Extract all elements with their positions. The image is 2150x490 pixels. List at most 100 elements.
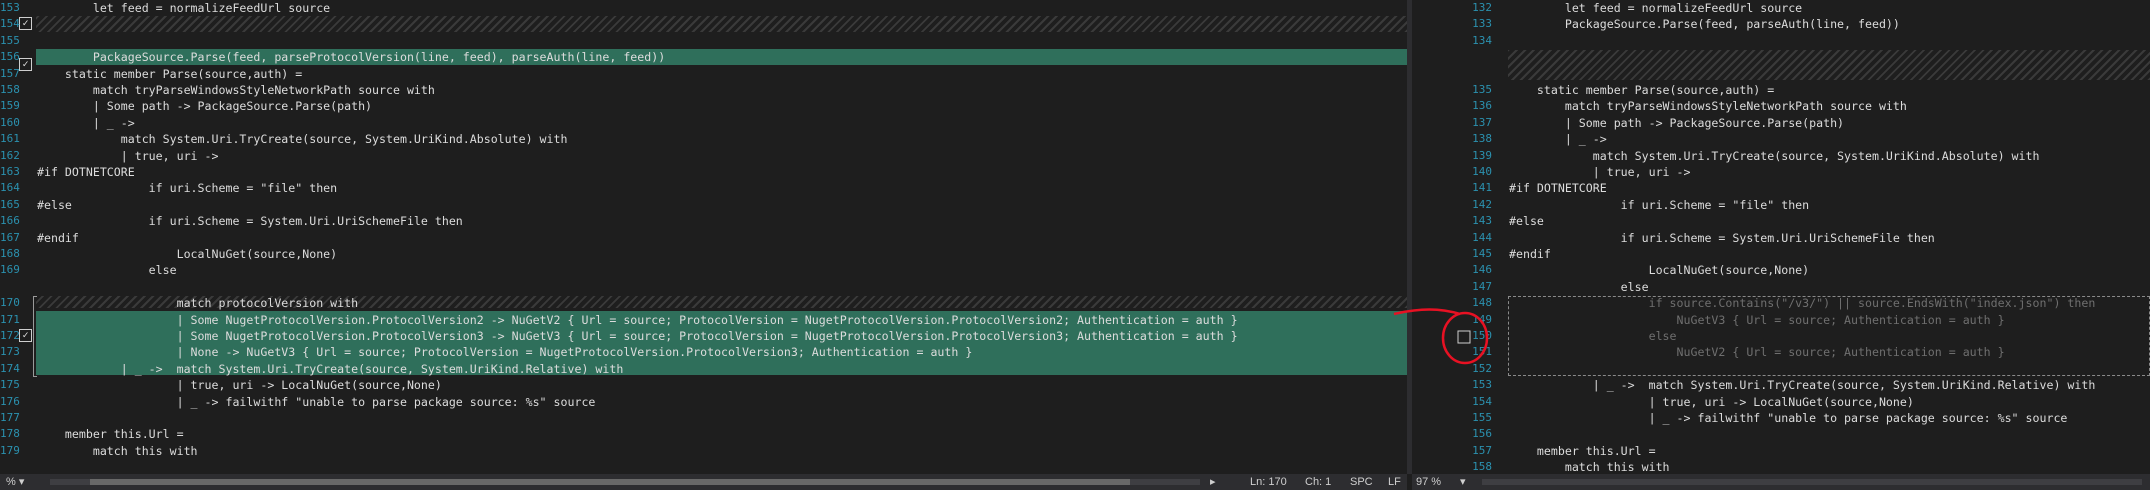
zoom-label[interactable]: % ▾: [6, 474, 24, 490]
zoom-label[interactable]: 97 %: [1416, 474, 1441, 490]
code-line: 142 if uri.Scheme = "file" then: [1412, 197, 2150, 213]
change-connector-annotation: [1393, 308, 1489, 365]
line-text: | _ -> match System.Uri.TryCreate(source…: [1509, 378, 2096, 393]
line-number: 155: [0, 33, 20, 47]
line-text: | true, uri -> LocalNuGet(source,None): [37, 378, 442, 393]
line-text: #endif: [37, 230, 79, 245]
line-ending-indicator: LF: [1388, 476, 1401, 488]
line-number: 134: [1472, 33, 1492, 47]
code-line: 134: [1412, 33, 2150, 49]
line-number: 157: [0, 66, 20, 80]
line-text: match tryParseWindowsStyleNetworkPath so…: [37, 83, 435, 97]
code-line: 155 | _ -> failwithf "unable to parse pa…: [1412, 410, 2150, 426]
line-text: member this.Url =: [1509, 443, 1656, 458]
scrollbar-thumb[interactable]: [90, 479, 1130, 485]
line-number: 156: [0, 50, 20, 64]
line-number: 179: [0, 443, 20, 457]
code-line: 165 #else: [0, 197, 1407, 213]
line-number: 155: [1472, 411, 1492, 424]
line-number: 175: [0, 378, 20, 392]
code-line: 156: [1412, 426, 2150, 442]
line-number: 170: [0, 296, 20, 310]
code-line: 154 | true, uri -> LocalNuGet(source,Non…: [1412, 394, 2150, 410]
code-line: 154: [0, 16, 1407, 32]
line-text: #if DOTNETCORE: [37, 165, 135, 179]
code-line: 156 PackageSource.Parse(feed, parseProto…: [0, 49, 1407, 65]
right-status-bar: 97 % ▾: [1412, 474, 2150, 490]
line-text: member this.Url =: [37, 427, 184, 442]
code-line: 149 NuGetV3 { Url = source; Authenticati…: [1412, 312, 2150, 328]
left-diff-pane[interactable]: ✓ ✓ ✓ 153 let feed = normalizeFeedUrl so…: [0, 0, 1407, 474]
line-text: #endif: [1509, 247, 1551, 261]
line-text: if source.Contains("/v3/") || source.End…: [1509, 296, 2096, 311]
right-diff-pane[interactable]: 132 let feed = normalizeFeedUrl source 13…: [1412, 0, 2150, 474]
code-line: 162 | true, uri ->: [0, 148, 1407, 164]
line-number: 153: [1472, 378, 1492, 392]
code-line: 167 #endif: [0, 230, 1407, 246]
line-text: if uri.Scheme = "file" then: [37, 181, 338, 196]
line-text: LocalNuGet(source,None): [1509, 263, 1810, 278]
line-number: 144: [1472, 230, 1492, 244]
code-line: 132 let feed = normalizeFeedUrl source: [1412, 0, 2150, 16]
code-line: 139 match System.Uri.TryCreate(source, S…: [1412, 148, 2150, 164]
line-text: | Some path -> PackageSource.Parse(path): [37, 99, 373, 114]
code-line: 178 member this.Url =: [0, 426, 1407, 442]
line-number: 157: [1472, 443, 1492, 457]
line-text: | _ -> failwithf "unable to parse packag…: [1509, 411, 2068, 425]
code-line: 140 | true, uri ->: [1412, 164, 2150, 180]
line-text: match System.Uri.TryCreate(source, Syste…: [37, 132, 568, 147]
line-text: LocalNuGet(source,None): [37, 247, 338, 261]
code-line: 153 let feed = normalizeFeedUrl source: [0, 0, 1407, 16]
line-number: 173: [0, 345, 20, 359]
code-line: 157 member this.Url =: [1412, 443, 2150, 459]
code-line: 177: [0, 410, 1407, 426]
line-text: static member Parse(source,auth) =: [37, 66, 303, 81]
zoom-dropdown-icon[interactable]: ▾: [1460, 474, 1466, 490]
line-number: 158: [1472, 460, 1492, 474]
line-number: 165: [0, 197, 20, 211]
code-line: 179 match this with: [0, 443, 1407, 459]
code-line: 151 NuGetV2 { Url = source; Authenticati…: [1412, 344, 2150, 360]
code-line: 147 else: [1412, 279, 2150, 295]
code-line: 158 match this with: [1412, 459, 2150, 474]
code-line: 133 PackageSource.Parse(feed, parseAuth(…: [1412, 16, 2150, 32]
line-text: else: [1509, 329, 1677, 343]
line-number: 162: [0, 148, 20, 162]
code-line: 146 LocalNuGet(source,None): [1412, 262, 2150, 278]
line-text: let feed = normalizeFeedUrl source: [1509, 1, 1803, 15]
line-text: else: [1509, 279, 1649, 294]
code-line: 166 if uri.Scheme = System.Uri.UriScheme…: [0, 213, 1407, 229]
line-text: | None -> NuGetV3 { Url = source; Protoc…: [37, 345, 973, 360]
code-line: 168 LocalNuGet(source,None): [0, 246, 1407, 262]
line-number: 156: [1472, 427, 1492, 441]
line-number: 177: [0, 411, 20, 424]
whitespace-indicator: SPC: [1350, 476, 1373, 488]
code-line: 137 | Some path -> PackageSource.Parse(p…: [1412, 115, 2150, 131]
code-line: 135 static member Parse(source,auth) =: [1412, 82, 2150, 98]
code-line: 161 match System.Uri.TryCreate(source, S…: [0, 131, 1407, 147]
code-line: 144 if uri.Scheme = System.Uri.UriScheme…: [1412, 230, 2150, 246]
line-number: 145: [1472, 247, 1492, 260]
code-line: 153 | _ -> match System.Uri.TryCreate(so…: [1412, 377, 2150, 393]
line-number: 146: [1472, 263, 1492, 277]
line-number: 163: [0, 165, 20, 178]
line-text: | true, uri ->: [37, 148, 219, 163]
code-line: 174 | _ -> match System.Uri.TryCreate(so…: [0, 361, 1407, 377]
line-number: 135: [1472, 83, 1492, 96]
line-number: 161: [0, 132, 20, 146]
line-number: 153: [0, 1, 20, 14]
line-indicator: Ln: 170: [1250, 476, 1287, 488]
line-text: match tryParseWindowsStyleNetworkPath so…: [1509, 99, 1907, 114]
scroll-right-arrow[interactable]: ▸: [1210, 474, 1216, 490]
line-text: NuGetV3 { Url = source; Authentication =…: [1509, 312, 2005, 327]
line-number: 178: [0, 427, 20, 441]
line-number: 172: [0, 329, 20, 342]
line-text: | _ -> failwithf "unable to parse packag…: [37, 394, 596, 409]
line-text: | true, uri -> LocalNuGet(source,None): [1509, 394, 1914, 409]
line-text: | true, uri ->: [1509, 165, 1691, 179]
line-number: 137: [1472, 115, 1492, 129]
code-line: 138 | _ ->: [1412, 131, 2150, 147]
horizontal-scrollbar[interactable]: [1482, 479, 2142, 485]
